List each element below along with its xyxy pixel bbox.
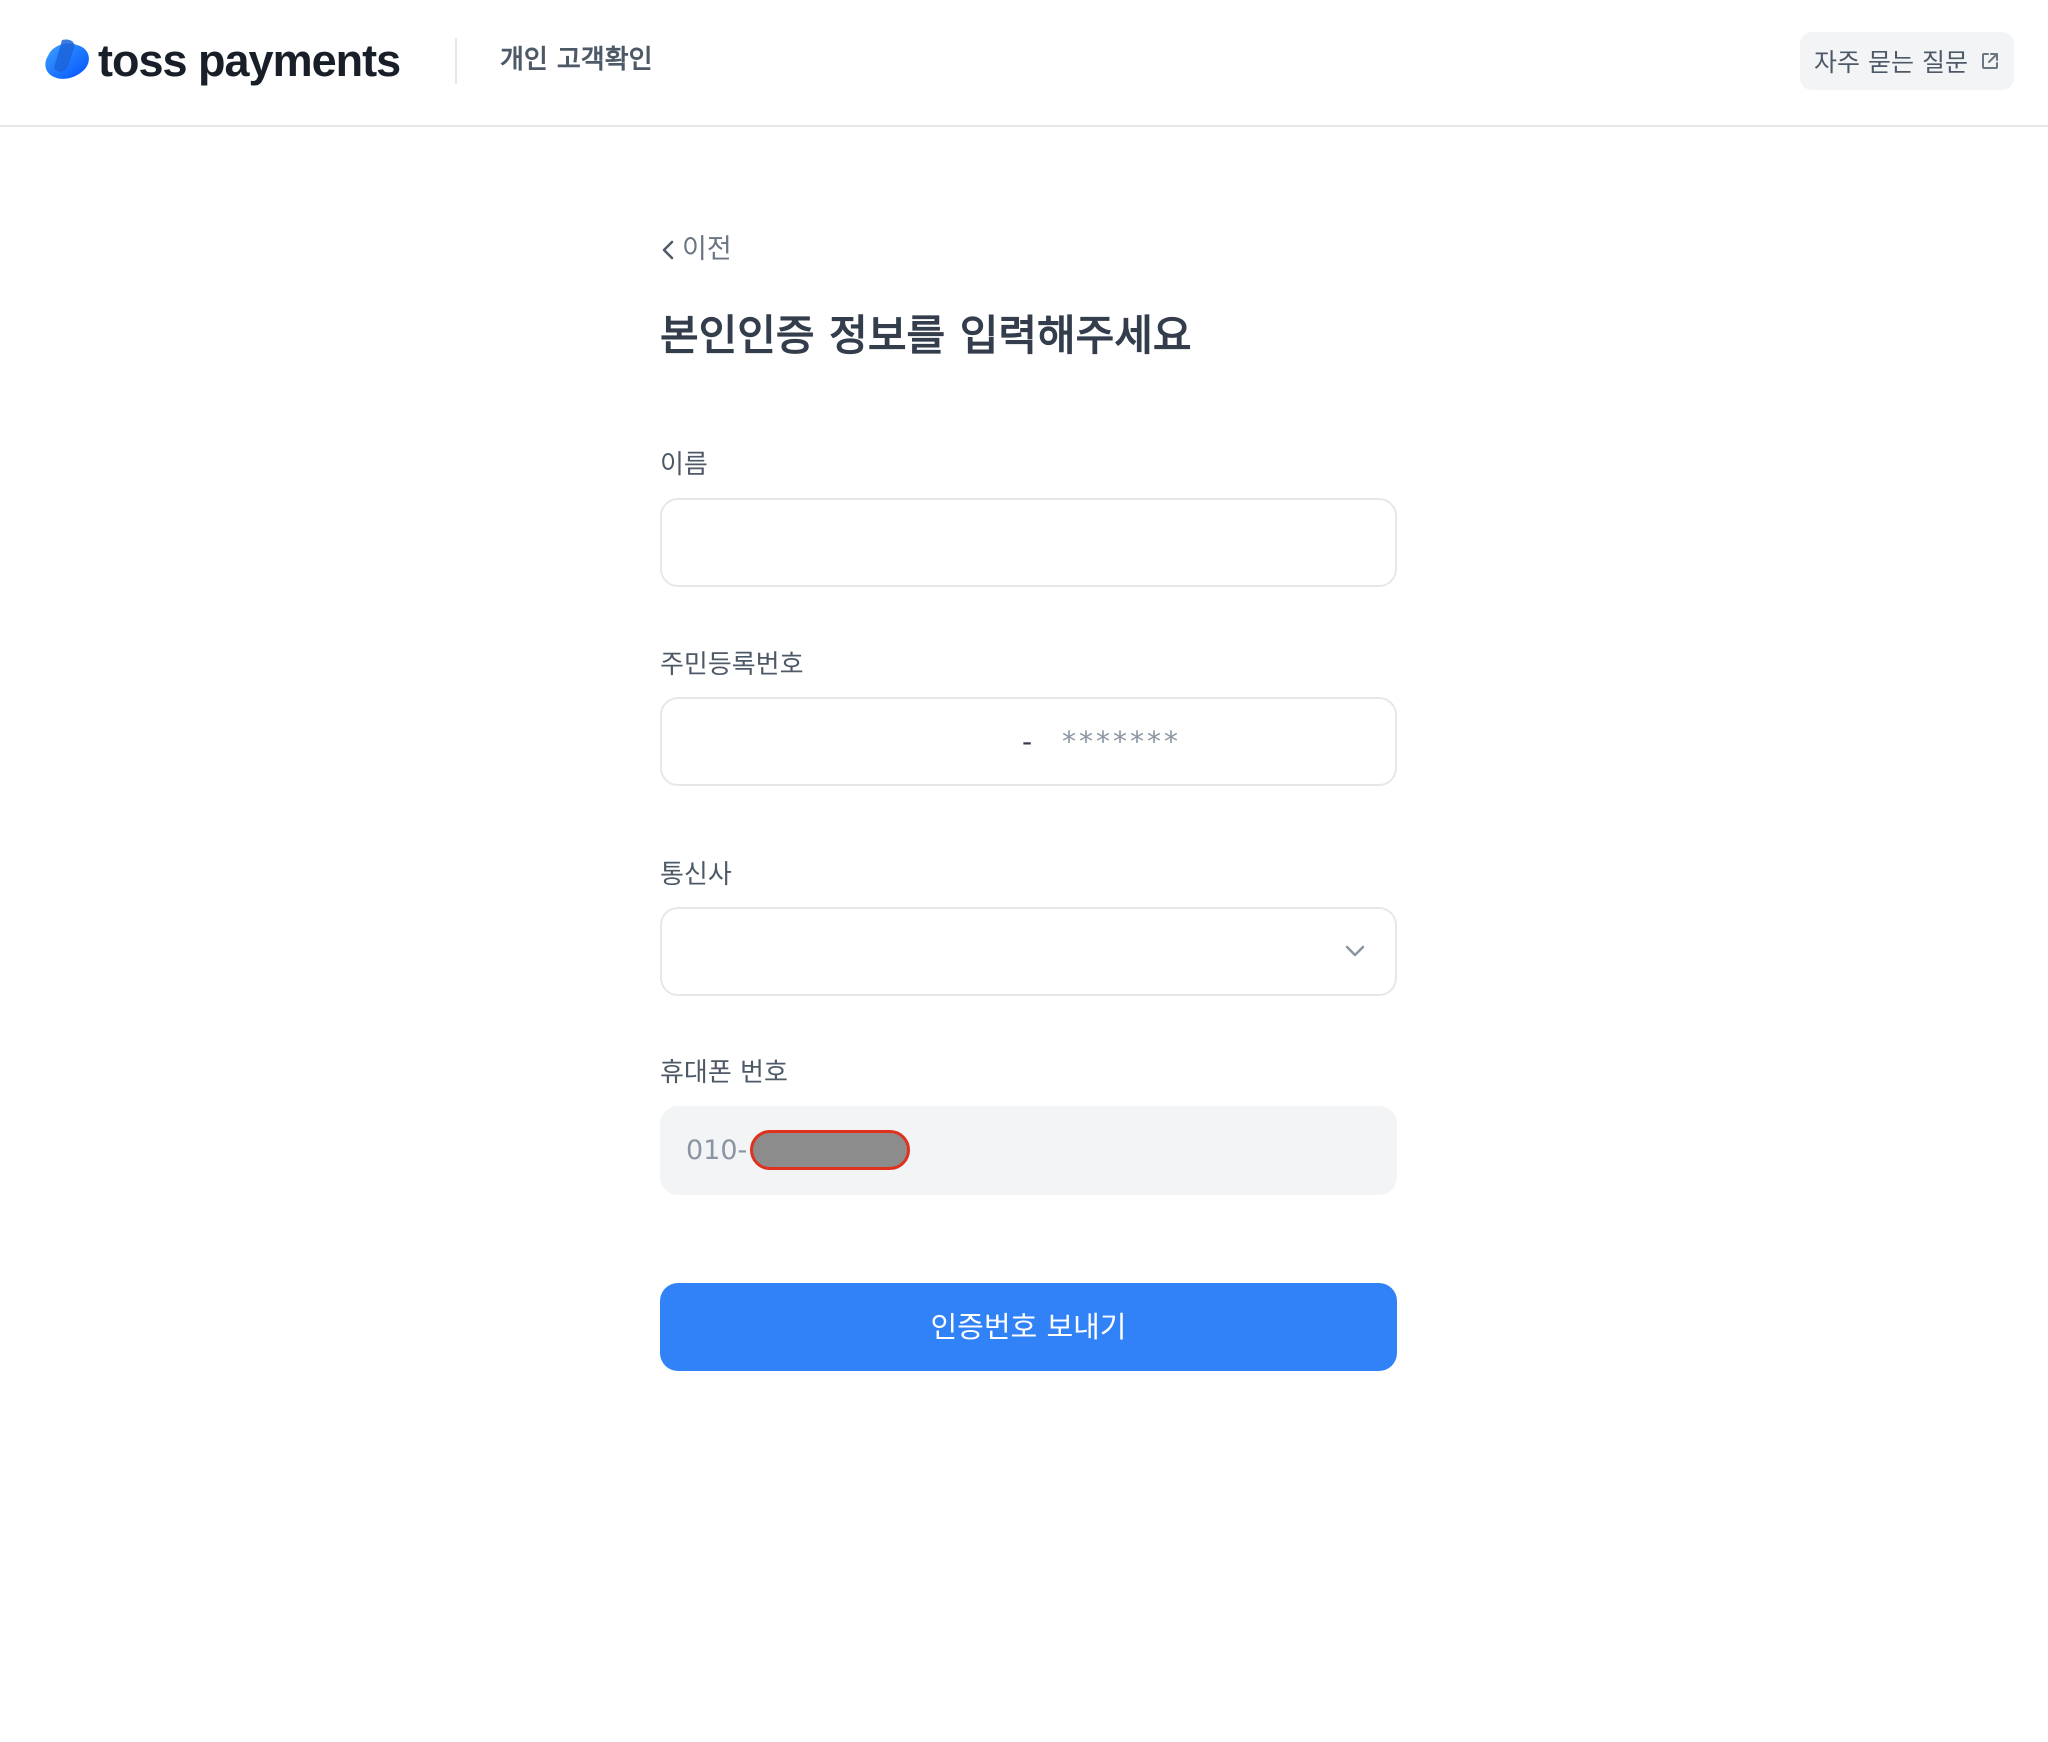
rrn-separator: - xyxy=(1022,725,1033,758)
external-link-icon xyxy=(1981,53,1998,69)
rrn-back-mask[interactable]: ******* xyxy=(1062,699,1181,784)
faq-button[interactable]: 자주 묻는 질문 xyxy=(1800,32,2014,90)
rrn-field: - ******* xyxy=(660,697,1397,786)
toss-logo-icon xyxy=(45,39,89,79)
carrier-label: 통신사 xyxy=(660,860,732,890)
rrn-label: 주민등록번호 xyxy=(660,650,804,680)
toss-payments-logo[interactable]: toss payments xyxy=(40,35,401,86)
page-title: 본인인증 정보를 입력해주세요 xyxy=(660,311,1192,360)
carrier-select[interactable] xyxy=(660,907,1397,996)
chevron-left-icon xyxy=(662,240,674,260)
name-input[interactable] xyxy=(662,500,1395,585)
brand-name: toss payments xyxy=(98,35,401,86)
send-verification-code-button[interactable]: 인증번호 보내기 xyxy=(660,1283,1397,1371)
header-subtitle: 개인 고객확인 xyxy=(500,45,653,75)
phone-field: 010- xyxy=(660,1106,1397,1195)
back-link[interactable]: 이전 xyxy=(660,232,732,268)
name-field xyxy=(660,498,1397,587)
redacted-phone-number xyxy=(750,1130,910,1170)
faq-label: 자주 묻는 질문 xyxy=(1814,48,1968,77)
name-label: 이름 xyxy=(660,450,708,480)
chevron-down-icon xyxy=(1345,945,1365,957)
top-header: toss payments 개인 고객확인 자주 묻는 질문 xyxy=(0,0,2048,127)
header-divider xyxy=(455,38,457,84)
phone-label: 휴대폰 번호 xyxy=(660,1058,788,1088)
phone-number-value: 010- xyxy=(686,1135,748,1166)
back-label: 이전 xyxy=(682,234,732,265)
